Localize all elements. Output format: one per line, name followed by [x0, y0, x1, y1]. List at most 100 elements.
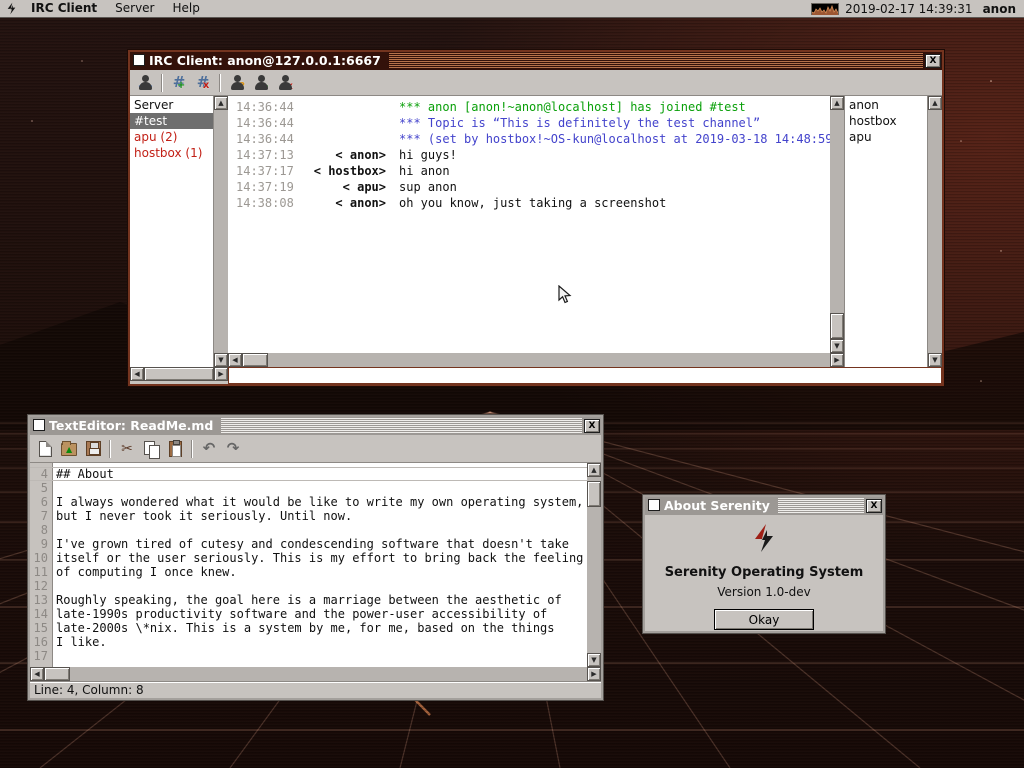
editor-line: 7 but I never took it seriously. Until n… — [30, 509, 587, 523]
menu-help[interactable]: Help — [164, 0, 209, 17]
scrollbar-thumb[interactable] — [242, 353, 268, 367]
scrollbar-thumb[interactable] — [144, 367, 214, 381]
scrollbar-thumb[interactable] — [44, 667, 70, 681]
channel-list-horizontal-scrollbar[interactable] — [130, 367, 228, 381]
user-list: anon hostbox apu — [844, 96, 928, 353]
menu-app-name[interactable]: IRC Client — [22, 0, 106, 17]
scroll-down-icon[interactable] — [928, 353, 942, 367]
menu-server[interactable]: Server — [106, 0, 163, 17]
user-item-hostbox[interactable]: hostbox — [845, 113, 927, 129]
editor-line: 11of computing I once knew. — [30, 565, 587, 579]
scroll-up-icon[interactable] — [830, 96, 844, 110]
irc-scroll-row — [130, 353, 942, 367]
chat-message: 14:36:44*** anon [anon!~anon@localhost] … — [228, 99, 830, 115]
message-timestamp: 14:38:08 — [228, 195, 296, 211]
editor-horizontal-scrollbar[interactable] — [30, 667, 601, 681]
cpu-load-graph-icon — [811, 3, 839, 15]
about-serenity-dialog: About Serenity Serenity Operating System… — [643, 495, 885, 633]
irc-title-bar[interactable]: IRC Client: anon@127.0.0.1:6667 — [130, 52, 942, 70]
open-file-icon[interactable] — [57, 438, 81, 460]
editor-toolbar: ✂ — [30, 435, 601, 463]
scroll-up-icon[interactable] — [214, 96, 228, 110]
editor-line: 16I like. — [30, 635, 587, 649]
copy-icon[interactable] — [139, 438, 163, 460]
line-text: I've grown tired of cutesy and condescen… — [52, 537, 569, 551]
message-nick — [296, 99, 386, 115]
channel-item-test[interactable]: #test — [130, 113, 213, 129]
scrollbar-thumb[interactable] — [830, 313, 844, 339]
channel-item-hostbox[interactable]: hostbox (1) — [130, 145, 213, 161]
message-timestamp: 14:37:13 — [228, 147, 296, 163]
scroll-left-icon[interactable] — [228, 353, 242, 367]
scroll-right-icon[interactable] — [587, 667, 601, 681]
message-input[interactable] — [228, 367, 942, 384]
chat-log[interactable]: 14:36:44*** anon [anon!~anon@localhost] … — [228, 96, 830, 353]
chat-message: 14:37:17< hostbox>hi anon — [228, 163, 830, 179]
chat-scrollbar[interactable] — [830, 96, 844, 353]
line-text — [52, 579, 56, 593]
message-nick: < anon> — [296, 195, 386, 211]
message-timestamp: 14:37:19 — [228, 179, 296, 195]
close-icon[interactable] — [866, 499, 882, 513]
scrollbar-track[interactable] — [268, 353, 830, 367]
scroll-down-icon[interactable] — [830, 339, 844, 353]
scroll-right-icon[interactable] — [214, 367, 228, 381]
channel-item-server[interactable]: Server — [130, 97, 213, 113]
scroll-down-icon[interactable] — [214, 353, 228, 367]
toolbar-separator — [161, 74, 163, 92]
serenity-bolt-icon[interactable] — [0, 2, 22, 15]
message-nick: < anon> — [296, 147, 386, 163]
user-item-anon[interactable]: anon — [845, 97, 927, 113]
paste-icon[interactable] — [163, 438, 187, 460]
scroll-right-icon[interactable] — [830, 353, 844, 367]
message-timestamp: 14:36:44 — [228, 99, 296, 115]
whois-icon[interactable]: ? — [225, 72, 249, 94]
line-text: Roughly speaking, the goal here is a mar… — [52, 593, 562, 607]
scrollbar-track[interactable] — [928, 110, 942, 353]
scrollbar-track[interactable] — [214, 110, 228, 353]
join-channel-icon[interactable]: #+ — [167, 72, 191, 94]
close-icon[interactable] — [925, 54, 941, 68]
okay-button[interactable]: Okay — [714, 609, 814, 630]
line-text: ## About — [52, 467, 114, 481]
editor-title-bar[interactable]: TextEditor: ReadMe.md — [30, 417, 601, 435]
user-item-apu[interactable]: apu — [845, 129, 927, 145]
message-nick: < apu> — [296, 179, 386, 195]
channel-list-bottom — [130, 353, 214, 367]
open-query-icon[interactable]: + — [249, 72, 273, 94]
editor-line: 10itself or the user seriously. This is … — [30, 551, 587, 565]
redo-icon[interactable] — [221, 438, 245, 460]
new-file-icon[interactable] — [33, 438, 57, 460]
close-query-icon[interactable]: x — [273, 72, 297, 94]
cut-icon[interactable]: ✂ — [115, 438, 139, 460]
editor-vertical-scrollbar[interactable] — [587, 463, 601, 667]
message-nick: < hostbox> — [296, 163, 386, 179]
line-number: 5 — [30, 481, 52, 495]
message-timestamp: 14:36:44 — [228, 131, 296, 147]
scroll-left-icon[interactable] — [30, 667, 44, 681]
scrollbar-track[interactable] — [70, 667, 587, 681]
undo-icon[interactable] — [197, 438, 221, 460]
part-channel-icon[interactable]: #x — [191, 72, 215, 94]
channel-list-scrollbar[interactable] — [214, 96, 228, 353]
close-icon[interactable] — [584, 419, 600, 433]
window-title: TextEditor: ReadMe.md — [49, 417, 221, 435]
line-text: but I never took it seriously. Until now… — [52, 509, 352, 523]
scrollbar-thumb[interactable] — [587, 481, 601, 507]
channel-item-apu[interactable]: apu (2) — [130, 129, 213, 145]
line-number: 6 — [30, 495, 52, 509]
scroll-up-icon[interactable] — [928, 96, 942, 110]
about-title-bar[interactable]: About Serenity — [645, 497, 883, 515]
scrollbar-track[interactable] — [587, 507, 601, 653]
change-nick-icon[interactable]: ++ — [133, 72, 157, 94]
user-list-scrollbar[interactable] — [928, 96, 942, 353]
chat-horizontal-scrollbar[interactable] — [228, 353, 844, 367]
save-icon[interactable] — [81, 438, 105, 460]
message-text: *** Topic is “This is definitely the tes… — [386, 115, 760, 131]
scrollbar-track[interactable] — [830, 110, 844, 313]
scroll-up-icon[interactable] — [587, 463, 601, 477]
chat-message: 14:36:44*** (set by hostbox!~OS-kun@loca… — [228, 131, 830, 147]
scroll-left-icon[interactable] — [130, 367, 144, 381]
editor-text-area[interactable]: 4## About 5 6I always wondered what it w… — [30, 463, 587, 667]
scroll-down-icon[interactable] — [587, 653, 601, 667]
